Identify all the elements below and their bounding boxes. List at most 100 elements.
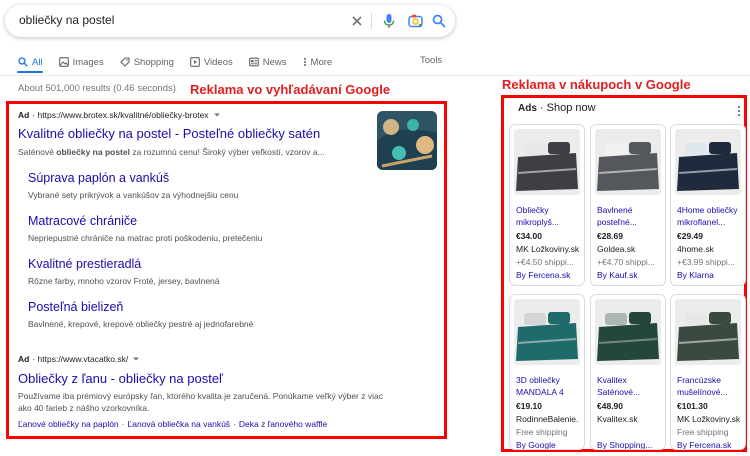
product-title[interactable]: Francúzske mušelínové... <box>677 374 745 398</box>
tab-more[interactable]: More <box>303 54 333 70</box>
microphone-icon[interactable] <box>380 12 398 30</box>
ad1-header: Ad · https://www.brotex.sk/kvalitné/obli… <box>18 110 221 120</box>
annotation-shopping-ads: Reklama v nákupoch v Google <box>502 77 691 92</box>
tab-shopping[interactable]: Shopping <box>119 54 174 70</box>
product-store: 4home.sk <box>677 244 714 254</box>
product-price: €101.30 <box>677 401 708 411</box>
search-bar[interactable]: obliečky na postel <box>5 5 455 37</box>
tab-label: Shopping <box>133 56 174 68</box>
product-card[interactable]: Obliečky mikroplyš... €34.00 MK Ložkoviny.… <box>509 124 585 286</box>
product-shipping: Free shipping <box>516 427 568 437</box>
search-input[interactable]: obliečky na postel <box>19 13 114 27</box>
product-card[interactable]: Bavlnené posteľné... €28.69 Goldea.sk +€4.7… <box>590 124 666 286</box>
product-by-merchant[interactable]: By Fercena.sk <box>677 440 745 449</box>
product-image[interactable] <box>595 129 661 195</box>
ad2-sitelink[interactable]: Ľanové obliečky na paplón <box>18 419 119 429</box>
news-icon <box>248 57 259 67</box>
sitelink-description: Vybrané sety prikrývok a vankúšov za výh… <box>28 190 239 200</box>
product-by-merchant[interactable]: By Fercena.sk <box>516 270 584 280</box>
results-count: About 501,000 results (0.46 seconds) <box>18 83 176 94</box>
clear-icon[interactable] <box>348 12 366 30</box>
tab-label: Images <box>72 56 104 68</box>
ad-label: Ad <box>18 110 30 120</box>
product-title[interactable]: Bavlnené posteľné... <box>597 204 665 228</box>
tab-label: Videos <box>203 56 233 68</box>
active-tab-indicator <box>17 71 43 73</box>
product-image[interactable] <box>675 299 741 365</box>
product-price: €48.90 <box>597 401 623 411</box>
ad2-url[interactable]: · https://www.vtacatko.sk/ <box>32 354 128 364</box>
product-price: €29.49 <box>677 231 703 241</box>
caret-down-icon[interactable] <box>132 356 140 362</box>
ad2-sitelink[interactable]: Deka z ľanového waffle <box>239 419 327 429</box>
product-image[interactable] <box>595 299 661 365</box>
ad1-title[interactable]: Kvalitné obliečky na postel - Posteľné o… <box>18 126 320 141</box>
product-card[interactable]: Francúzske mušelínové... €101.30 MK Ložkov… <box>670 294 746 450</box>
product-by-merchant[interactable]: By Google <box>516 440 584 449</box>
tools-button[interactable]: Tools <box>420 55 442 66</box>
tag-icon <box>119 57 130 67</box>
ad1-url[interactable]: · https://www.brotex.sk/kvalitné/obliečk… <box>32 110 208 120</box>
product-shipping: +€4.70 shippi... <box>597 257 655 267</box>
ad1-product-thumbnail[interactable] <box>377 111 437 170</box>
product-store: Goldea.sk <box>597 244 636 254</box>
product-by-merchant[interactable]: By Shopping... <box>597 440 665 449</box>
product-card[interactable]: 3D obliečky MANDALA 4 €19.10 RodinneBaleni… <box>509 294 585 450</box>
sitelink-title[interactable]: Súprava paplón a vankúš <box>28 171 169 185</box>
header-divider <box>0 75 750 76</box>
ads-label: Ads <box>518 102 537 114</box>
product-price: €34.00 <box>516 231 542 241</box>
ad1-desc-post: za rozumnú cenu! Široký výber veľkostí, … <box>129 147 325 157</box>
search-icon <box>18 57 28 67</box>
product-price: €19.10 <box>516 401 542 411</box>
shop-now-heading: · Shop now <box>539 102 596 114</box>
ad2-title[interactable]: Obliečky z ľanu - obliečky na posteľ <box>18 371 223 386</box>
product-image[interactable] <box>514 299 580 365</box>
product-card[interactable]: Kvalitex Saténové... €48.90 Kvalitex.sk By … <box>590 294 666 450</box>
search-divider <box>371 13 372 29</box>
product-store: RodinneBalenie. <box>516 414 579 424</box>
product-title[interactable]: 3D obliečky MANDALA 4 <box>516 374 584 398</box>
ad2-sitelink[interactable]: Ľanová obliečka na vankúš <box>128 419 231 429</box>
product-shipping: +€3.99 shippi... <box>677 257 735 267</box>
tab-news[interactable]: News <box>248 54 287 70</box>
ad-label: Ad <box>18 354 30 364</box>
image-icon <box>58 57 69 67</box>
product-price: €28.69 <box>597 231 623 241</box>
tab-all[interactable]: All <box>18 54 43 70</box>
sitelink-title[interactable]: Kvalitné prestieradlá <box>28 257 141 271</box>
product-card[interactable]: 4Home obliečky mikroflanel... €29.49 4home… <box>670 124 746 286</box>
sitelink-description: Nepriepustné chrániče na matrac proti po… <box>28 233 263 243</box>
product-title[interactable]: 4Home obliečky mikroflanel... <box>677 204 745 228</box>
tab-images[interactable]: Images <box>58 54 104 70</box>
shopping-header: Ads · Shop now <box>518 102 596 114</box>
video-icon <box>190 57 200 67</box>
product-store: MK Ložkoviny.sk <box>677 414 741 424</box>
ad2-header: Ad · https://www.vtacatko.sk/ <box>18 354 140 364</box>
search-icon[interactable] <box>430 12 448 30</box>
product-title[interactable]: Kvalitex Saténové... <box>597 374 665 398</box>
ad1-description: Saténové obliečky na postel za rozumnú c… <box>18 146 368 158</box>
camera-lens-icon[interactable] <box>406 12 424 30</box>
product-title[interactable]: Obliečky mikroplyš... <box>516 204 584 228</box>
ad2-description: Používame iba prémiový európsky ľan, kto… <box>18 391 383 413</box>
caret-down-icon[interactable] <box>213 112 221 118</box>
sitelink-description: Bavlnené, krepové, krepové obliečky pest… <box>28 319 254 329</box>
ad1-desc-bold: obliečky na postel <box>56 147 130 157</box>
product-store: MK Ložkoviny.sk <box>516 244 580 254</box>
product-image[interactable] <box>514 129 580 195</box>
sitelink-title[interactable]: Posteľná bielizeň <box>28 300 123 314</box>
product-by-merchant[interactable]: By Kauf.sk <box>597 270 665 280</box>
tab-videos[interactable]: Videos <box>190 54 233 70</box>
tab-label: More <box>310 56 333 68</box>
product-shipping: +€4.50 shippi... <box>516 257 574 267</box>
product-image[interactable] <box>675 129 741 195</box>
ad1-desc-pre: Saténové <box>18 147 57 157</box>
sitelink-description: Rôzne farby, mnoho vzorov Froté, jersey,… <box>28 276 220 286</box>
annotation-search-ads: Reklama vo vyhľadávaní Google <box>190 82 391 97</box>
sitelink-title[interactable]: Matracové chrániče <box>28 214 137 228</box>
link-separator: · <box>121 419 125 429</box>
product-by-merchant[interactable]: By Klarna <box>677 270 745 280</box>
link-separator: · <box>233 419 236 429</box>
kebab-menu-icon[interactable] <box>737 104 741 122</box>
